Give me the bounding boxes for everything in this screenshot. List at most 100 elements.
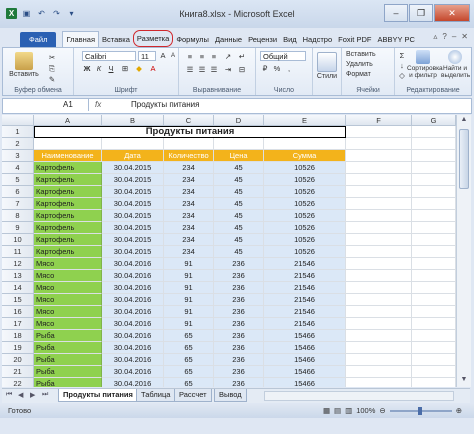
table-header-cell[interactable]: Сумма bbox=[264, 150, 346, 162]
empty-cell[interactable] bbox=[346, 342, 412, 354]
data-cell[interactable]: Мясо bbox=[34, 270, 102, 282]
italic-icon[interactable]: К bbox=[94, 64, 104, 74]
zoom-in-icon[interactable]: ⊕ bbox=[456, 406, 462, 415]
data-cell[interactable]: 91 bbox=[164, 318, 214, 330]
row-header[interactable]: 6 bbox=[2, 186, 34, 198]
tab-file[interactable]: Файл bbox=[20, 32, 57, 47]
data-cell[interactable]: 21546 bbox=[264, 294, 346, 306]
select-all-corner[interactable] bbox=[2, 115, 34, 126]
empty-cell[interactable] bbox=[346, 378, 412, 387]
data-cell[interactable]: Рыба bbox=[34, 330, 102, 342]
row-header[interactable]: 15 bbox=[2, 294, 34, 306]
data-cell[interactable]: 15466 bbox=[264, 342, 346, 354]
doc-minimize-icon[interactable]: – bbox=[452, 32, 456, 41]
empty-cell[interactable] bbox=[412, 150, 456, 162]
data-cell[interactable]: Картофель bbox=[34, 246, 102, 258]
tab-foxit[interactable]: Foxit PDF bbox=[335, 32, 374, 47]
data-cell[interactable]: 30.04.2015 bbox=[102, 234, 164, 246]
data-cell[interactable]: Картофель bbox=[34, 234, 102, 246]
grow-font-icon[interactable]: A bbox=[158, 51, 168, 61]
data-cell[interactable]: 15466 bbox=[264, 330, 346, 342]
cut-icon[interactable]: ✂ bbox=[47, 53, 57, 63]
data-cell[interactable]: Мясо bbox=[34, 282, 102, 294]
data-cell[interactable]: 65 bbox=[164, 366, 214, 378]
data-cell[interactable]: 234 bbox=[164, 246, 214, 258]
row-header[interactable]: 3 bbox=[2, 150, 34, 162]
normal-view-icon[interactable]: ▦ bbox=[323, 406, 330, 415]
help-icon[interactable]: ? bbox=[442, 32, 446, 41]
empty-cell[interactable] bbox=[346, 294, 412, 306]
empty-cell[interactable] bbox=[346, 198, 412, 210]
shrink-font-icon[interactable]: A bbox=[168, 51, 178, 61]
data-cell[interactable]: 30.04.2015 bbox=[102, 186, 164, 198]
data-cell[interactable]: 65 bbox=[164, 330, 214, 342]
tab-abbyy[interactable]: ABBYY PC bbox=[374, 32, 417, 47]
table-header-cell[interactable]: Дата bbox=[102, 150, 164, 162]
row-header[interactable]: 2 bbox=[2, 138, 34, 150]
row-header[interactable]: 16 bbox=[2, 306, 34, 318]
data-cell[interactable]: 30.04.2016 bbox=[102, 270, 164, 282]
row-header[interactable]: 9 bbox=[2, 222, 34, 234]
empty-cell[interactable] bbox=[412, 378, 456, 387]
data-cell[interactable]: 30.04.2016 bbox=[102, 258, 164, 270]
sheet-tab-table[interactable]: Таблица bbox=[136, 389, 176, 402]
empty-cell[interactable] bbox=[264, 138, 346, 150]
data-cell[interactable]: 30.04.2016 bbox=[102, 354, 164, 366]
styles-button[interactable]: Стили bbox=[315, 52, 339, 80]
data-cell[interactable]: 10526 bbox=[264, 234, 346, 246]
data-cell[interactable]: 15466 bbox=[264, 354, 346, 366]
data-cell[interactable]: Картофель bbox=[34, 186, 102, 198]
empty-cell[interactable] bbox=[412, 186, 456, 198]
last-sheet-icon[interactable]: ⏭ bbox=[42, 391, 48, 399]
sort-filter-button[interactable]: Сортировка и фильтр bbox=[407, 50, 443, 79]
paste-button[interactable]: Вставить bbox=[7, 52, 41, 78]
row-header[interactable]: 8 bbox=[2, 210, 34, 222]
data-cell[interactable]: 10526 bbox=[264, 198, 346, 210]
data-cell[interactable]: 45 bbox=[214, 162, 264, 174]
sheet-tab-output[interactable]: Вывод bbox=[214, 389, 247, 402]
empty-cell[interactable] bbox=[164, 138, 214, 150]
table-header-cell[interactable]: Наименование bbox=[34, 150, 102, 162]
row-header[interactable]: 10 bbox=[2, 234, 34, 246]
data-cell[interactable]: 10526 bbox=[264, 210, 346, 222]
data-cell[interactable]: 30.04.2016 bbox=[102, 306, 164, 318]
data-cell[interactable]: 30.04.2016 bbox=[102, 330, 164, 342]
data-cell[interactable]: 30.04.2015 bbox=[102, 198, 164, 210]
title-cell[interactable]: Продукты питания bbox=[34, 126, 346, 138]
data-cell[interactable]: 45 bbox=[214, 210, 264, 222]
clear-icon[interactable]: ◇ bbox=[397, 71, 407, 81]
empty-cell[interactable] bbox=[412, 246, 456, 258]
first-sheet-icon[interactable]: ⏮ bbox=[6, 391, 12, 399]
data-cell[interactable]: 91 bbox=[164, 270, 214, 282]
empty-cell[interactable] bbox=[412, 366, 456, 378]
data-cell[interactable]: 30.04.2015 bbox=[102, 162, 164, 174]
data-cell[interactable]: 15466 bbox=[264, 366, 346, 378]
empty-cell[interactable] bbox=[346, 138, 412, 150]
empty-cell[interactable] bbox=[346, 366, 412, 378]
data-cell[interactable]: Картофель bbox=[34, 162, 102, 174]
empty-cell[interactable] bbox=[412, 222, 456, 234]
data-cell[interactable]: 234 bbox=[164, 234, 214, 246]
zoom-out-icon[interactable]: ⊖ bbox=[379, 406, 385, 415]
data-cell[interactable]: 234 bbox=[164, 210, 214, 222]
empty-cell[interactable] bbox=[346, 318, 412, 330]
number-format-select[interactable]: Общий bbox=[260, 51, 306, 61]
data-cell[interactable]: 234 bbox=[164, 162, 214, 174]
tab-insert[interactable]: Вставка bbox=[99, 32, 133, 47]
empty-cell[interactable] bbox=[412, 282, 456, 294]
data-cell[interactable]: 91 bbox=[164, 258, 214, 270]
row-header[interactable]: 17 bbox=[2, 318, 34, 330]
empty-cell[interactable] bbox=[346, 150, 412, 162]
horizontal-scrollbar[interactable] bbox=[264, 391, 454, 401]
font-color-icon[interactable]: A bbox=[148, 64, 158, 74]
data-cell[interactable]: 30.04.2016 bbox=[102, 366, 164, 378]
empty-cell[interactable] bbox=[346, 186, 412, 198]
page-break-view-icon[interactable]: ▥ bbox=[345, 406, 352, 415]
data-cell[interactable]: 21546 bbox=[264, 306, 346, 318]
column-header[interactable]: G bbox=[412, 115, 456, 126]
column-header[interactable]: B bbox=[102, 115, 164, 126]
insert-cells-button[interactable]: Вставить bbox=[346, 51, 376, 58]
zoom-slider[interactable] bbox=[389, 406, 452, 415]
align-right-icon[interactable]: ☰ bbox=[209, 65, 219, 75]
data-cell[interactable]: Мясо bbox=[34, 258, 102, 270]
